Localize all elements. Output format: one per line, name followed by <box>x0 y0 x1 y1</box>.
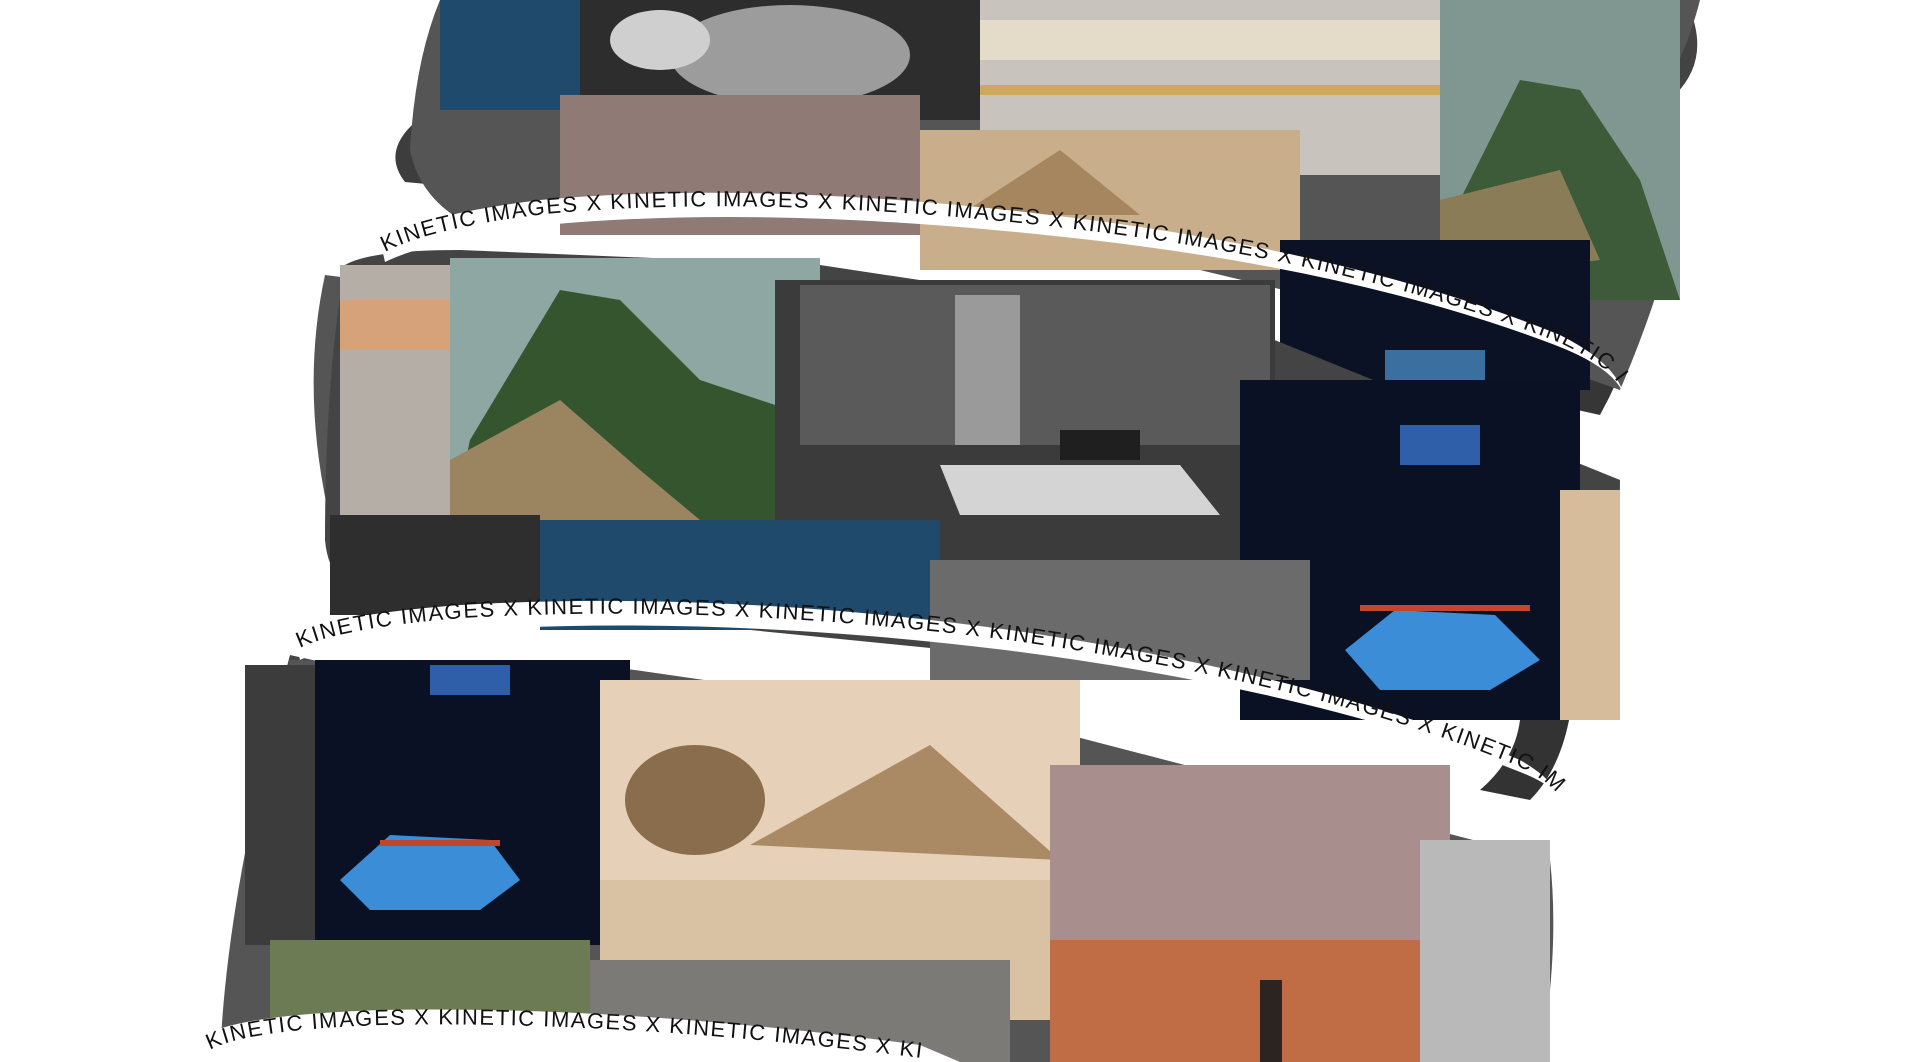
arena-screen <box>430 665 510 695</box>
photo-black-white-rocks <box>1420 840 1550 1062</box>
spiral-artwork: KINETIC IMAGES X KINETIC IMAGES X KINETI… <box>0 0 1700 1062</box>
sunset-glow <box>1050 940 1450 1062</box>
photo-band-3 <box>220 660 1554 1062</box>
kinetic-images-spiral: KINETIC IMAGES X KINETIC IMAGES X KINETI… <box>0 0 1913 1062</box>
sphinx-shape <box>625 745 765 855</box>
arena-screen <box>1400 425 1480 465</box>
platform-blur-band <box>340 300 460 350</box>
photo-coastal-cliff <box>440 0 580 110</box>
rock-highlight <box>610 10 710 70</box>
hall-pillar <box>955 295 1020 445</box>
hall-wall <box>800 285 1270 445</box>
platform-blur-band <box>980 20 1440 60</box>
photo-sphinx-pyramid <box>1560 490 1620 720</box>
ring-ropes <box>1360 605 1530 611</box>
boxing-ring <box>1385 350 1485 385</box>
ring-ropes <box>380 840 500 846</box>
platform-stripe <box>980 85 1440 95</box>
light-patch <box>940 465 1220 515</box>
tree-silhouette <box>1260 980 1282 1062</box>
rock-highlight <box>670 5 910 105</box>
bench <box>1060 430 1140 460</box>
